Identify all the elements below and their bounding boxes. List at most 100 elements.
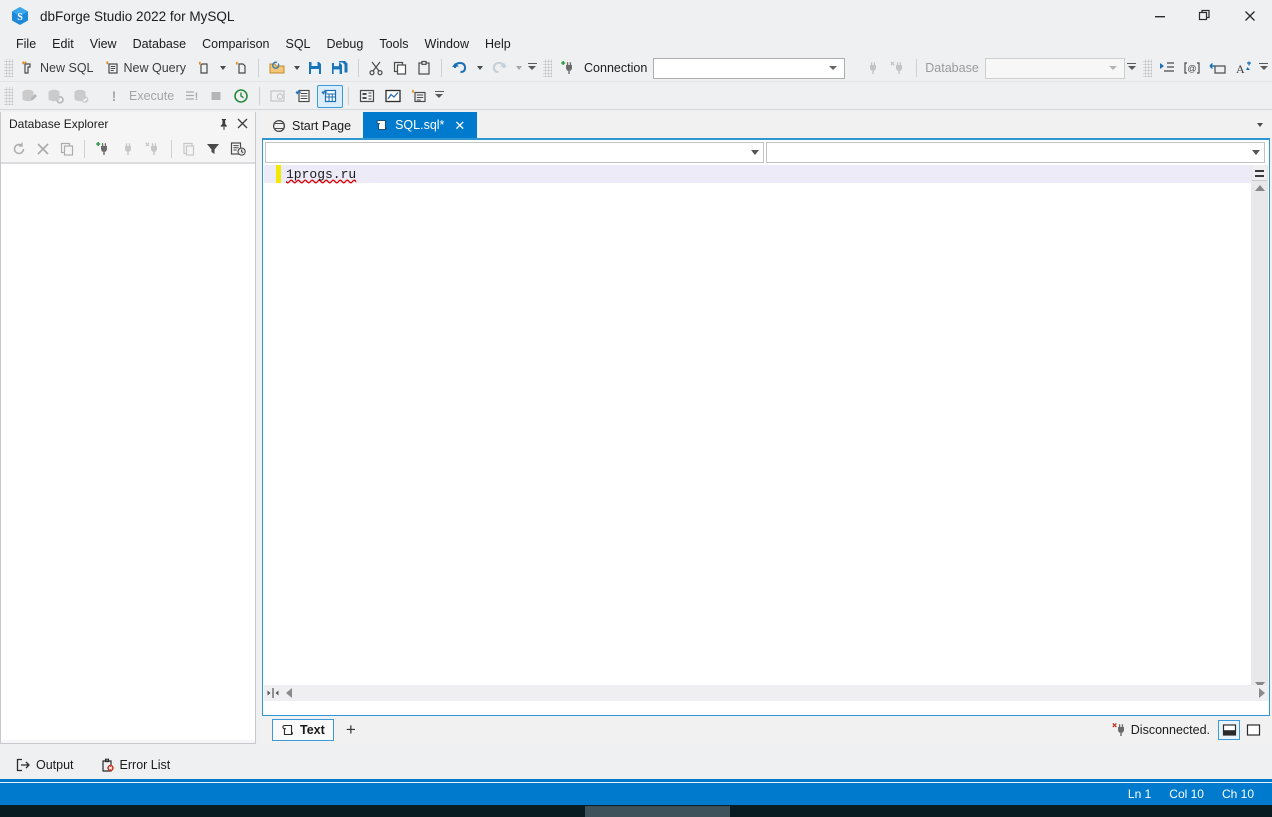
- database-explorer-panel: Database Explorer: [0, 112, 256, 744]
- explorer-new-connection-button[interactable]: [90, 137, 116, 160]
- explorer-connect-button[interactable]: [116, 137, 140, 160]
- connect-button[interactable]: [861, 57, 885, 80]
- rename-button[interactable]: [1205, 57, 1231, 80]
- execute-to-file-button[interactable]: !: [180, 85, 204, 108]
- bottom-tab-output[interactable]: Output: [0, 754, 1272, 782]
- explorer-recent-button[interactable]: [225, 137, 251, 160]
- execute-bang-icon: !: [110, 88, 118, 104]
- editor-horizontal-scrollbar[interactable]: [264, 685, 1269, 701]
- edit-data-db-icon: [20, 88, 38, 104]
- execute-bang-button[interactable]: !: [102, 85, 125, 108]
- code-line[interactable]: 1progs.ru: [264, 165, 1251, 183]
- explorer-duplicate-button[interactable]: [55, 137, 79, 160]
- explorer-refresh-button[interactable]: [7, 137, 31, 160]
- indent-button[interactable]: [1155, 57, 1179, 80]
- close-button[interactable]: [1227, 0, 1272, 32]
- save-button[interactable]: [303, 57, 327, 80]
- at-brackets-button[interactable]: @: [1179, 57, 1205, 80]
- database-explorer-tree[interactable]: [1, 163, 255, 740]
- tab-close-button[interactable]: ✕: [454, 119, 465, 132]
- menu-window[interactable]: Window: [417, 34, 477, 54]
- new-result-button[interactable]: [406, 85, 432, 108]
- menu-comparison[interactable]: Comparison: [194, 34, 277, 54]
- undo-button[interactable]: [447, 57, 473, 80]
- disconnect-button[interactable]: [885, 57, 911, 80]
- bottom-tab-label: Error List: [119, 757, 171, 772]
- format-text-button[interactable]: A: [1231, 57, 1257, 80]
- toolbar-grip[interactable]: [4, 87, 13, 105]
- menu-sql[interactable]: SQL: [277, 34, 318, 54]
- explorer-copy-button[interactable]: [177, 137, 201, 160]
- close-icon[interactable]: [233, 115, 251, 133]
- editor-vertical-scrollbar[interactable]: [1251, 165, 1268, 693]
- menu-edit[interactable]: Edit: [44, 34, 82, 54]
- execution-history-button[interactable]: [228, 85, 254, 108]
- connection-combo[interactable]: [653, 57, 846, 79]
- paste-button[interactable]: [412, 57, 436, 80]
- new-sql-button[interactable]: New SQL: [16, 57, 100, 80]
- execute-button[interactable]: Execute: [125, 85, 180, 108]
- taskbar-active-item[interactable]: [585, 806, 730, 817]
- window-controls: [1137, 0, 1272, 32]
- tab-start-page[interactable]: Start Page: [260, 114, 364, 138]
- result-grid-button[interactable]: [291, 85, 317, 108]
- menu-database[interactable]: Database: [125, 34, 195, 54]
- database-combo[interactable]: [984, 57, 1125, 79]
- add-result-tab-button[interactable]: +: [340, 719, 362, 741]
- toolbar-overflow-db[interactable]: [1125, 57, 1139, 80]
- menu-help[interactable]: Help: [477, 34, 519, 54]
- chevron-down-icon[interactable]: [1252, 116, 1268, 134]
- pin-icon[interactable]: [215, 115, 233, 133]
- editor-member-combo[interactable]: [766, 142, 1265, 163]
- new-document-dropdown[interactable]: [216, 57, 229, 80]
- explorer-delete-button[interactable]: [31, 137, 55, 160]
- scroll-up-arrow[interactable]: [1254, 185, 1265, 191]
- result-text-button[interactable]: [317, 84, 344, 108]
- scroll-right-arrow[interactable]: [1259, 688, 1265, 698]
- toolbar-overflow-edit[interactable]: [525, 57, 539, 80]
- horizontal-split-handle[interactable]: [264, 686, 282, 700]
- new-object-button[interactable]: [229, 57, 253, 80]
- undo-dropdown[interactable]: [473, 57, 486, 80]
- redo-dropdown[interactable]: [512, 57, 525, 80]
- code-editor[interactable]: 1progs.ru: [264, 165, 1251, 693]
- execution-plan-button[interactable]: [380, 85, 406, 108]
- bottom-tab-error-list[interactable]: Error List: [92, 754, 181, 775]
- split-view-handle[interactable]: [1252, 165, 1267, 181]
- toolbar-grip[interactable]: [4, 59, 13, 77]
- toolbar-separator: [84, 139, 85, 158]
- toolbar-overflow-sql[interactable]: [432, 85, 446, 108]
- toolbar-overflow-format[interactable]: [1257, 57, 1271, 80]
- toolbar-grip[interactable]: [1142, 59, 1152, 77]
- toolbar-grip[interactable]: [543, 59, 553, 77]
- stop-button[interactable]: [204, 85, 228, 108]
- layout-single-button[interactable]: [1242, 720, 1264, 740]
- redo-button[interactable]: [486, 57, 512, 80]
- explorer-filter-button[interactable]: [201, 137, 225, 160]
- cut-button[interactable]: [364, 57, 388, 80]
- new-query-button[interactable]: New Query: [100, 57, 193, 80]
- maximize-restore-button[interactable]: [1182, 0, 1227, 32]
- query-profiler-button[interactable]: [265, 85, 291, 108]
- explorer-disconnect-button[interactable]: [140, 137, 166, 160]
- menu-view[interactable]: View: [82, 34, 125, 54]
- tab-sql-document[interactable]: SQL.sql* ✕: [363, 112, 478, 138]
- menu-file[interactable]: File: [8, 34, 44, 54]
- copy-button[interactable]: [388, 57, 412, 80]
- layout-split-button[interactable]: [1218, 720, 1240, 740]
- save-all-button[interactable]: [327, 57, 353, 80]
- editor-scope-combo[interactable]: [265, 142, 764, 163]
- refresh-db-button[interactable]: [42, 85, 68, 108]
- open-dropdown[interactable]: [290, 57, 303, 80]
- open-button[interactable]: [264, 57, 290, 80]
- validate-db-button[interactable]: [68, 85, 94, 108]
- menu-tools[interactable]: Tools: [371, 34, 416, 54]
- result-to-file-button[interactable]: [354, 85, 380, 108]
- edit-data-button[interactable]: [16, 85, 42, 108]
- menu-debug[interactable]: Debug: [319, 34, 372, 54]
- scroll-left-arrow[interactable]: [286, 688, 292, 698]
- result-tab-text[interactable]: Text: [272, 719, 334, 741]
- minimize-button[interactable]: [1137, 0, 1182, 32]
- new-connection-button[interactable]: [555, 57, 581, 80]
- new-document-button[interactable]: [192, 57, 216, 80]
